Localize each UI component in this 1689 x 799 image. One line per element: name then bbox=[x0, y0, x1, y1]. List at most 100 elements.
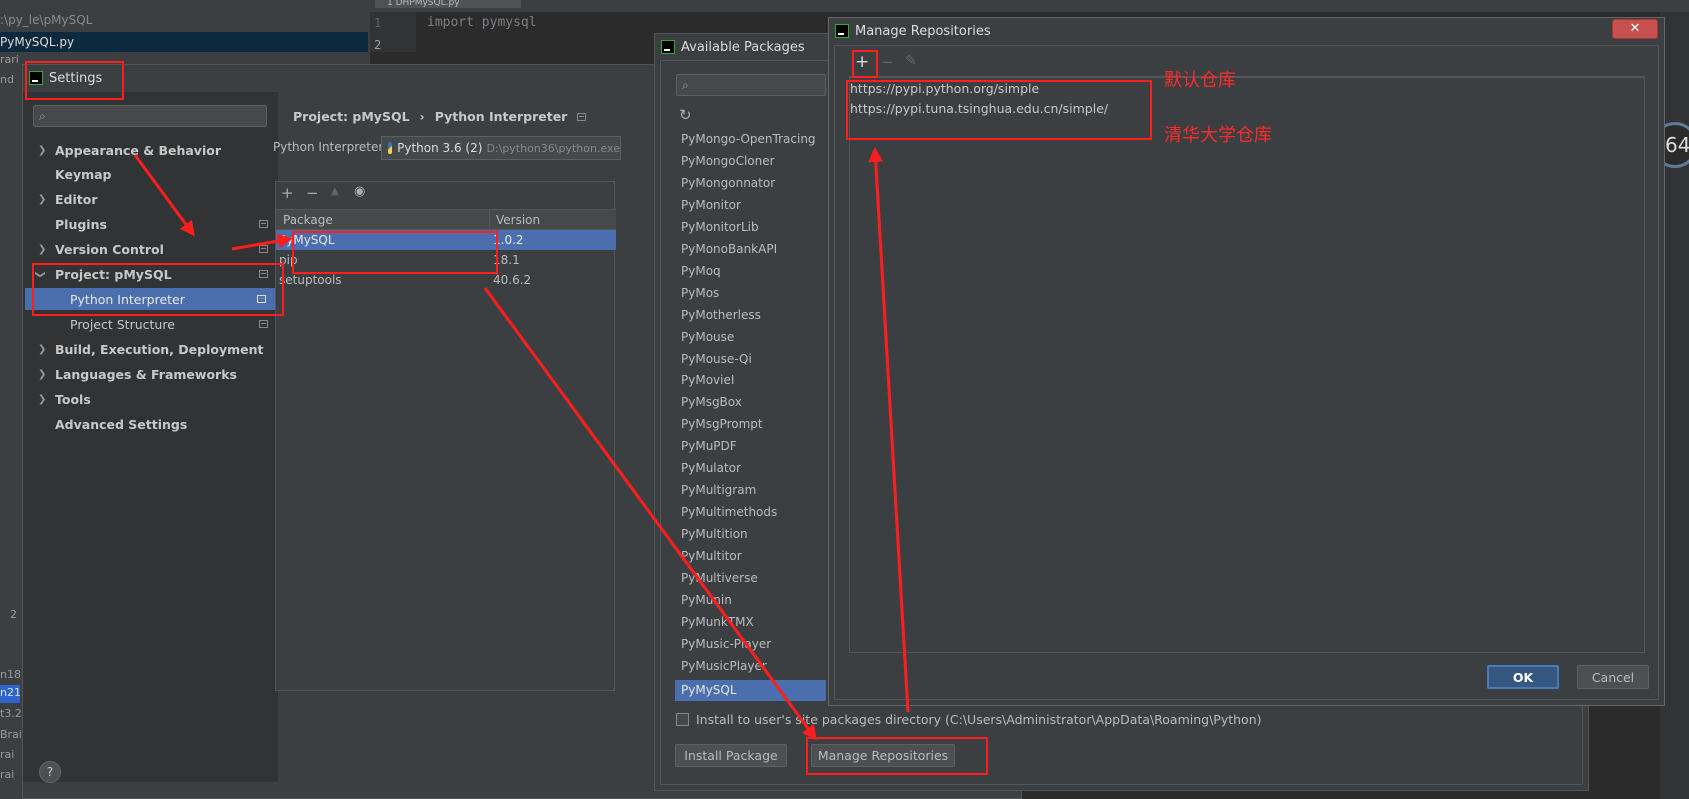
project-file-label: PyMySQL.py bbox=[0, 35, 75, 49]
column-header-package[interactable]: Package bbox=[283, 213, 333, 227]
nav-appearance[interactable]: ❯ Appearance & Behavior bbox=[23, 139, 278, 161]
list-item[interactable]: PyMoq bbox=[675, 261, 826, 282]
cancel-button[interactable]: Cancel bbox=[1577, 665, 1649, 689]
nav-tools[interactable]: ❯ Tools bbox=[23, 388, 278, 410]
list-item[interactable]: PyMultimethods bbox=[675, 502, 826, 523]
list-item[interactable]: PyMonitor bbox=[675, 195, 826, 216]
list-item[interactable]: PyMonoBankAPI bbox=[675, 239, 826, 260]
annotation-box-urls bbox=[846, 80, 1152, 140]
interpreter-label: Python Interpreter: bbox=[273, 140, 388, 154]
annotation-box-manage-button bbox=[806, 737, 988, 775]
left-fragment: rai bbox=[0, 768, 15, 781]
chevron-right-icon: ❯ bbox=[38, 393, 47, 405]
list-item[interactable]: PyMunin bbox=[675, 590, 826, 611]
column-header-version[interactable]: Version bbox=[496, 213, 540, 227]
edit-repository-icon[interactable]: ✎ bbox=[905, 53, 917, 69]
repos-toolbar: + − ✎ bbox=[849, 51, 1645, 77]
repos-titlebar[interactable]: Manage Repositories bbox=[829, 18, 1664, 44]
breadcrumb-page: Python Interpreter bbox=[434, 109, 568, 124]
list-item[interactable]: PyMusicPlayer bbox=[675, 656, 826, 674]
available-search-input[interactable]: ⌕ bbox=[676, 74, 826, 96]
pycharm-icon bbox=[661, 40, 675, 54]
nav-build[interactable]: ❯ Build, Execution, Deployment bbox=[23, 338, 278, 360]
code-line[interactable]: import pymysql bbox=[427, 15, 537, 30]
list-item[interactable]: PyMultigram bbox=[675, 480, 826, 501]
column-divider bbox=[489, 210, 490, 230]
chevron-right-icon: ❯ bbox=[38, 144, 47, 156]
editor-tab[interactable]: 1 DHPMySQL.py bbox=[375, 0, 521, 8]
list-item[interactable]: PyMotherless bbox=[675, 305, 826, 326]
interpreter-select[interactable]: Python 3.6 (2) D:\python36\python.exe bbox=[381, 136, 621, 160]
breadcrumb: Project: pMySQL › Python Interpreter bbox=[293, 109, 587, 124]
annotation-default-repo: 默认仓库 bbox=[1164, 70, 1236, 91]
chevron-right-icon: ❯ bbox=[38, 193, 47, 205]
list-item[interactable]: PyMulator bbox=[675, 458, 826, 479]
breadcrumb-separator: › bbox=[419, 109, 425, 124]
list-item[interactable]: PyMultiverse bbox=[675, 568, 826, 589]
project-level-icon bbox=[577, 113, 587, 121]
line-number: 1 bbox=[374, 16, 382, 30]
left-fragment: Brai bbox=[0, 728, 22, 741]
remove-package-icon[interactable]: − bbox=[306, 184, 319, 202]
list-item[interactable]: PyMouse-Qi bbox=[675, 349, 826, 370]
left-fragment: t3.2 bbox=[0, 707, 22, 720]
list-item[interactable]: PyMongonnator bbox=[675, 173, 826, 194]
nav-version-control[interactable]: ❯ Version Control bbox=[23, 238, 278, 260]
search-icon: ⌕ bbox=[682, 78, 689, 92]
ok-button[interactable]: OK bbox=[1487, 665, 1559, 689]
close-icon: ✕ bbox=[1629, 21, 1641, 36]
chevron-right-icon: ❯ bbox=[38, 368, 47, 380]
breadcrumb-project[interactable]: Project: pMySQL bbox=[293, 109, 410, 124]
settings-search-input[interactable]: ⌕ bbox=[33, 105, 267, 127]
left-fragment: n18 bbox=[0, 668, 21, 681]
nav-editor[interactable]: ❯ Editor bbox=[23, 188, 278, 210]
nav-languages[interactable]: ❯ Languages & Frameworks bbox=[23, 363, 278, 385]
annotation-tsinghua-repo: 清华大学仓库 bbox=[1164, 125, 1272, 146]
repos-list: https://pypi.python.org/simple https://p… bbox=[849, 77, 1645, 653]
left-fragment: rari bbox=[0, 53, 19, 66]
nav-plugins[interactable]: Plugins bbox=[23, 213, 278, 235]
list-item[interactable]: PyMusic-Player bbox=[675, 634, 826, 655]
list-item[interactable]: PyMuPDF bbox=[675, 436, 826, 457]
settings-sidebar: ⌕ ❯ Appearance & Behavior Keymap ❯ Edito… bbox=[23, 92, 278, 782]
table-header: Package Version bbox=[276, 209, 616, 230]
line-number: 2 bbox=[374, 38, 382, 52]
refresh-icon[interactable]: ↻ bbox=[679, 106, 692, 124]
annotation-box-pymysql-row bbox=[292, 231, 498, 274]
annotation-box-add-icon bbox=[852, 50, 878, 78]
help-button[interactable]: ? bbox=[39, 761, 61, 783]
project-level-icon bbox=[259, 320, 268, 328]
available-list: PyMongo-OpenTracing PyMongoCloner PyMong… bbox=[675, 129, 826, 674]
add-package-icon[interactable]: + bbox=[281, 184, 294, 202]
install-package-button[interactable]: Install Package bbox=[675, 744, 787, 767]
list-item[interactable]: PyMultitor bbox=[675, 546, 826, 567]
list-item[interactable]: PyMonitorLib bbox=[675, 217, 826, 238]
project-path: :\py_le\pMySQL bbox=[0, 13, 93, 27]
list-item[interactable]: PyMongoCloner bbox=[675, 151, 826, 172]
nav-project-structure[interactable]: Project Structure bbox=[23, 313, 278, 335]
upgrade-package-icon[interactable]: ▲ bbox=[331, 186, 339, 197]
chevron-right-icon: ❯ bbox=[38, 343, 47, 355]
close-button[interactable]: ✕ bbox=[1612, 19, 1658, 39]
python-icon bbox=[388, 142, 393, 154]
nav-keymap[interactable]: Keymap bbox=[23, 163, 278, 185]
install-user-label: Install to user's site packages director… bbox=[696, 712, 1262, 727]
list-item[interactable]: PyMouse bbox=[675, 327, 826, 348]
list-item[interactable]: PyMunkTMX bbox=[675, 612, 826, 633]
annotation-box-settings-title bbox=[25, 61, 124, 100]
list-item[interactable]: PyMos bbox=[675, 283, 826, 304]
list-item[interactable]: PyMovieI bbox=[675, 370, 826, 391]
list-item[interactable]: PyMsgBox bbox=[675, 392, 826, 413]
install-user-checkbox[interactable] bbox=[676, 713, 689, 726]
list-item-selected[interactable]: PyMySQL bbox=[675, 680, 826, 701]
list-item[interactable]: PyMultition bbox=[675, 524, 826, 545]
editor-gutter: 1 2 bbox=[370, 12, 416, 52]
annotation-box-project-nav bbox=[32, 263, 284, 316]
list-item[interactable]: PyMongo-OpenTracing bbox=[675, 129, 826, 150]
left-fragment: 2 bbox=[10, 608, 17, 621]
project-file-selected[interactable]: PyMySQL.py bbox=[0, 32, 368, 52]
remove-repository-icon[interactable]: − bbox=[881, 53, 894, 71]
nav-advanced[interactable]: Advanced Settings bbox=[23, 413, 278, 435]
list-item[interactable]: PyMsgPrompt bbox=[675, 414, 826, 435]
show-early-releases-icon[interactable]: ◉ bbox=[354, 184, 365, 199]
